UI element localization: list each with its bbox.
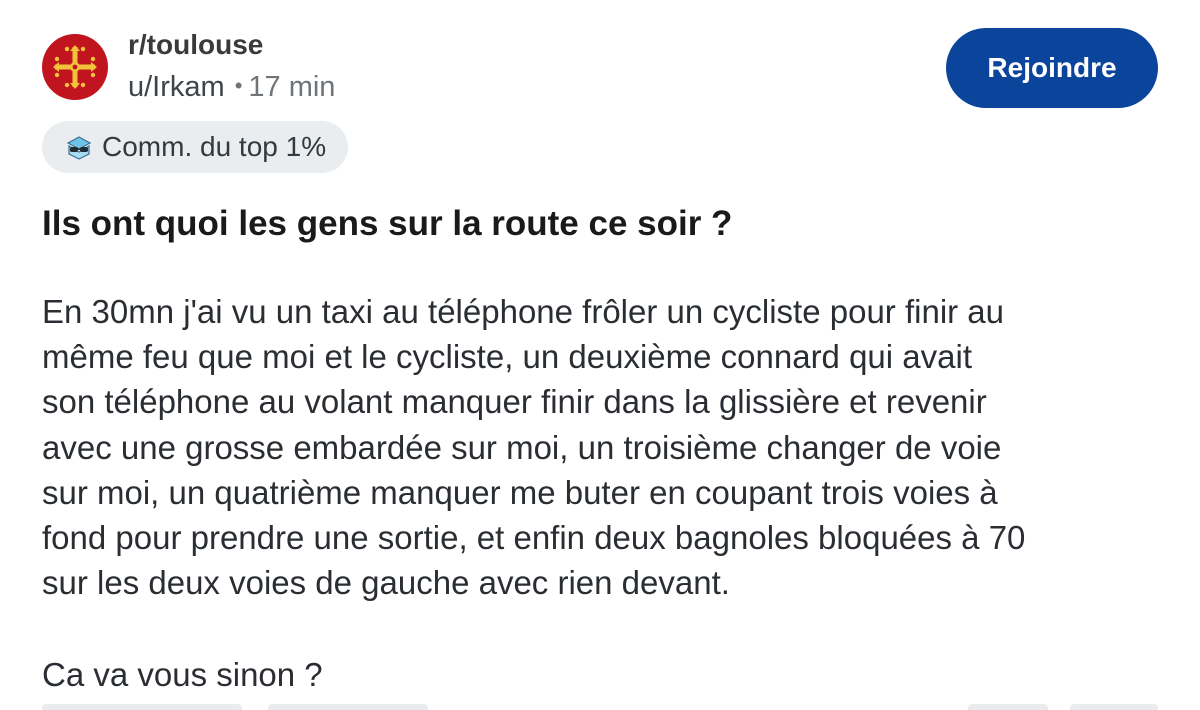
post-header: r/toulouse u/Irkam • 17 min Rejoindre	[42, 28, 1158, 110]
award-button[interactable]	[968, 704, 1048, 710]
post-title[interactable]: Ils ont quoi les gens sur la route ce so…	[42, 201, 1158, 247]
subreddit-avatar[interactable]	[42, 34, 108, 100]
vote-button-group[interactable]	[42, 704, 242, 710]
post-time: 17 min	[248, 71, 336, 103]
flair-label: Comm. du top 1%	[102, 131, 327, 162]
comment-button[interactable]	[268, 704, 428, 710]
post-body: En 30mn j'ai vu un taxi au téléphone frô…	[42, 289, 1158, 698]
sunglasses-icon	[66, 136, 92, 160]
post-body-paragraph: Ca va vous sinon ?	[42, 656, 323, 694]
join-button[interactable]: Rejoindre	[946, 28, 1158, 108]
share-button[interactable]	[1070, 704, 1158, 710]
user-flair: Comm. du top 1%	[42, 121, 349, 173]
occitan-cross-icon	[53, 45, 97, 89]
subreddit-name[interactable]: r/toulouse	[128, 28, 335, 62]
action-bar	[0, 702, 1200, 710]
post-body-paragraph: En 30mn j'ai vu un taxi au téléphone frô…	[42, 293, 1026, 602]
author-name[interactable]: u/Irkam	[128, 71, 225, 103]
post-meta: r/toulouse u/Irkam • 17 min	[128, 28, 335, 106]
meta-separator: •	[234, 73, 243, 98]
author-line: u/Irkam • 17 min	[128, 70, 335, 106]
